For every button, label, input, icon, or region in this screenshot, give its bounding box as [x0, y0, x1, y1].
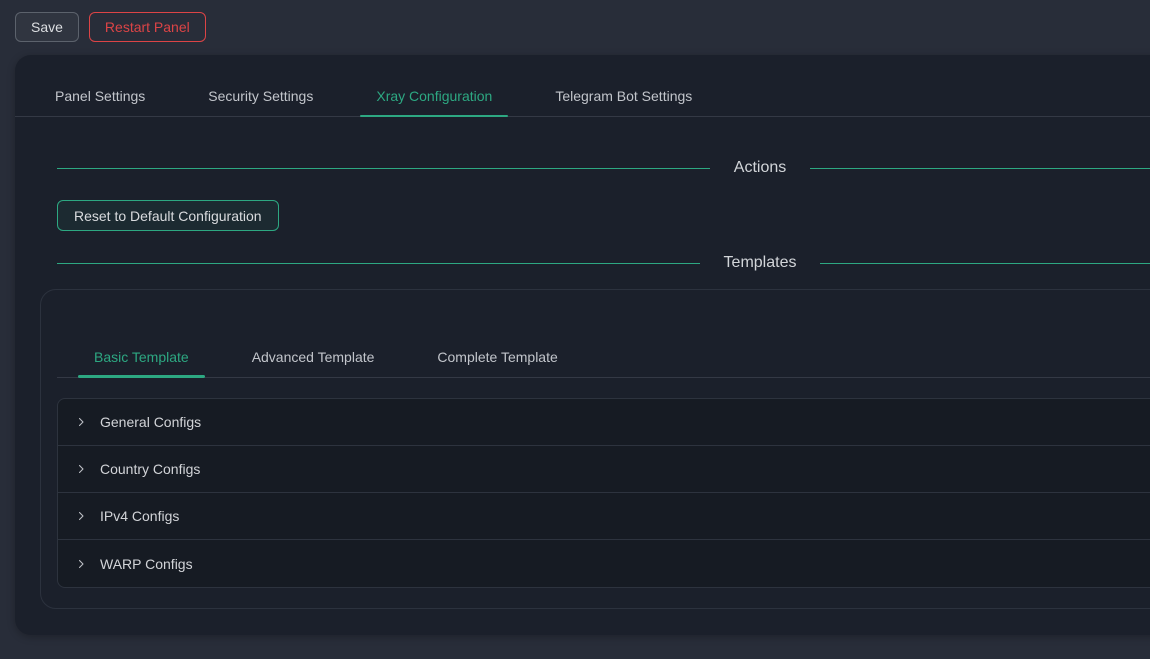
- collapse-item-country-configs[interactable]: Country Configs: [58, 446, 1150, 493]
- page: Save Restart Panel Panel Settings Securi…: [0, 0, 1150, 659]
- tab-advanced-template[interactable]: Advanced Template: [236, 336, 391, 377]
- tab-basic-template[interactable]: Basic Template: [78, 336, 205, 377]
- templates-divider-title: Templates: [700, 254, 821, 272]
- collapse-item-warp-configs[interactable]: WARP Configs: [58, 540, 1150, 587]
- collapse-item-ipv4-configs[interactable]: IPv4 Configs: [58, 493, 1150, 540]
- chevron-right-icon: [75, 558, 87, 570]
- collapse-item-label: Country Configs: [100, 461, 200, 477]
- settings-tabs: Panel Settings Security Settings Xray Co…: [15, 55, 1150, 117]
- restart-panel-button[interactable]: Restart Panel: [89, 12, 206, 42]
- collapse-item-label: General Configs: [100, 414, 201, 430]
- save-button[interactable]: Save: [15, 12, 79, 42]
- divider-line: [57, 168, 710, 169]
- collapse-item-label: WARP Configs: [100, 556, 193, 572]
- chevron-right-icon: [75, 416, 87, 428]
- topbar: Save Restart Panel: [15, 12, 206, 42]
- collapse-item-label: IPv4 Configs: [100, 508, 179, 524]
- collapse-item-general-configs[interactable]: General Configs: [58, 399, 1150, 446]
- tab-panel-settings[interactable]: Panel Settings: [39, 67, 161, 116]
- templates-divider: Templates: [57, 254, 1150, 272]
- tab-telegram-bot-settings[interactable]: Telegram Bot Settings: [539, 67, 708, 116]
- tab-content: Actions Reset to Default Configuration T…: [15, 159, 1150, 609]
- template-tabs: Basic Template Advanced Template Complet…: [57, 336, 1150, 378]
- tab-xray-configuration[interactable]: Xray Configuration: [360, 67, 508, 116]
- divider-line: [820, 263, 1150, 264]
- actions-divider-title: Actions: [710, 159, 810, 177]
- tab-security-settings[interactable]: Security Settings: [192, 67, 329, 116]
- chevron-right-icon: [75, 510, 87, 522]
- settings-card: Panel Settings Security Settings Xray Co…: [15, 55, 1150, 635]
- tab-complete-template[interactable]: Complete Template: [421, 336, 573, 377]
- templates-card: Basic Template Advanced Template Complet…: [40, 289, 1150, 609]
- actions-divider: Actions: [57, 159, 1150, 177]
- divider-line: [810, 168, 1150, 169]
- chevron-right-icon: [75, 463, 87, 475]
- reset-default-configuration-button[interactable]: Reset to Default Configuration: [57, 200, 279, 231]
- config-collapse-list: General Configs Country Configs IPv4 Con…: [57, 398, 1150, 588]
- divider-line: [57, 263, 700, 264]
